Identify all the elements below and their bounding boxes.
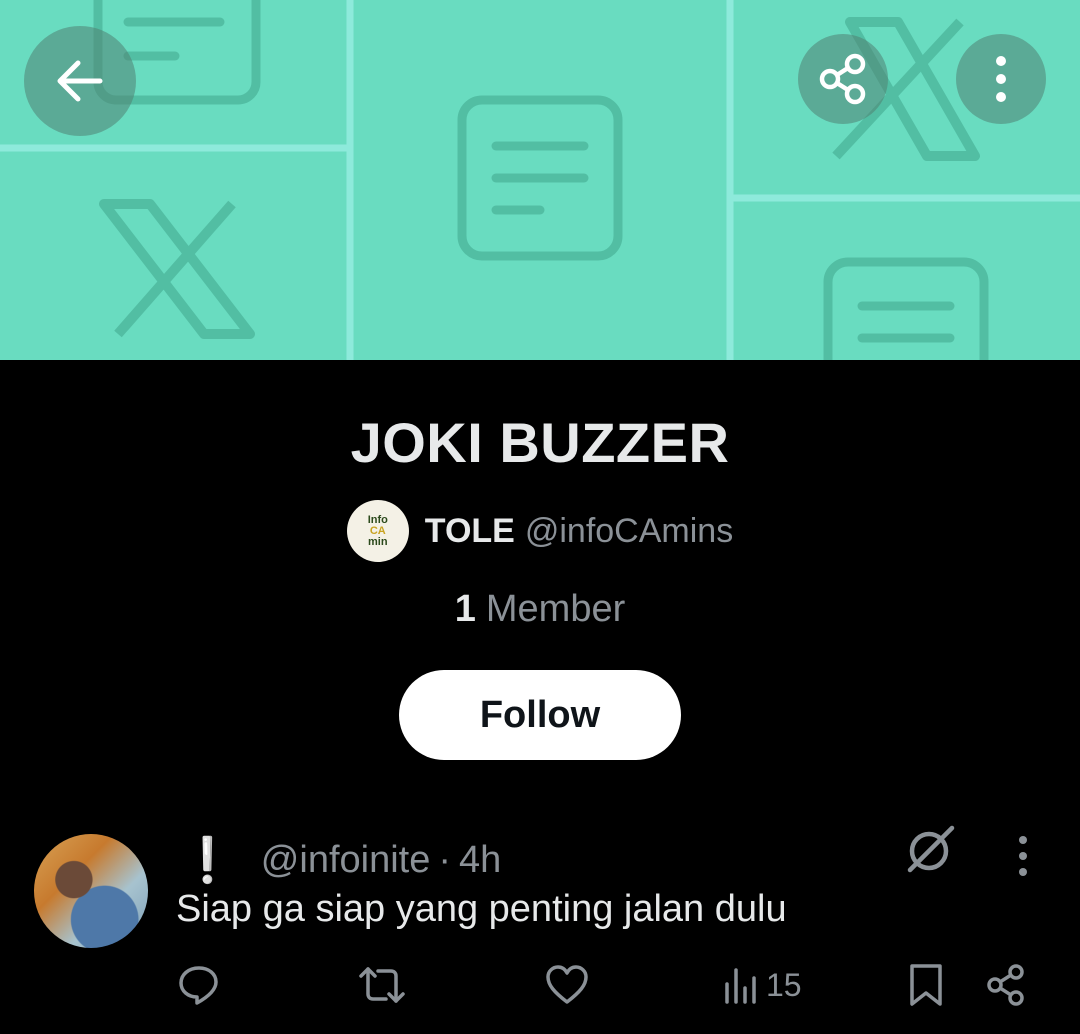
- member-count-label: Member: [485, 588, 626, 630]
- share-button[interactable]: [798, 34, 888, 124]
- more-options-button[interactable]: [956, 34, 1046, 124]
- more-vertical-icon: [996, 56, 1006, 102]
- share-icon: [819, 53, 866, 105]
- post-time[interactable]: 4h: [459, 839, 501, 882]
- reply-button[interactable]: [176, 962, 222, 1008]
- reply-icon: [179, 966, 218, 1005]
- views-icon: [725, 968, 756, 1004]
- community-owner[interactable]: Info CA min TOLE @infoCAmins: [0, 500, 1080, 562]
- repost-icon: [359, 967, 405, 1003]
- bookmark-icon: [910, 964, 942, 1006]
- community-banner: [0, 0, 1080, 360]
- post-author-handle[interactable]: @infoinite: [261, 839, 431, 882]
- owner-handle[interactable]: @infoCAmins: [525, 512, 733, 550]
- owner-display-name[interactable]: TOLE: [425, 512, 515, 550]
- owner-avatar-line1: Info: [367, 513, 388, 526]
- like-icon: [546, 965, 588, 1004]
- banner-pattern: [0, 0, 1080, 360]
- back-button[interactable]: [24, 26, 136, 136]
- post-share-button[interactable]: [984, 962, 1028, 1008]
- post-more-icon[interactable]: [1008, 834, 1038, 878]
- post-text: Siap ga siap yang penting jalan dulu: [176, 888, 787, 930]
- owner-avatar[interactable]: Info CA min: [346, 500, 409, 562]
- bookmark-button[interactable]: [906, 962, 946, 1008]
- member-count[interactable]: 1 Member: [0, 588, 1080, 631]
- repost-button[interactable]: [356, 962, 408, 1008]
- share-icon: [987, 964, 1024, 1006]
- owner-avatar-line2: CA: [369, 524, 386, 537]
- post-header: ❕ @infoinite · 4h: [180, 834, 501, 886]
- member-count-number: 1: [454, 588, 476, 630]
- community-title: JOKI BUZZER: [350, 411, 730, 474]
- grok-icon[interactable]: [904, 824, 956, 876]
- like-button[interactable]: [544, 962, 590, 1008]
- views-count: 15: [766, 966, 802, 1003]
- post-separator: ·: [438, 838, 452, 881]
- views-button[interactable]: 15: [722, 962, 802, 1008]
- post-author-badge: ❕: [180, 836, 235, 885]
- owner-avatar-line3: min: [368, 535, 388, 548]
- post-author-avatar[interactable]: [34, 834, 148, 948]
- arrow-left-icon: [57, 60, 103, 102]
- follow-button[interactable]: Follow: [399, 670, 681, 760]
